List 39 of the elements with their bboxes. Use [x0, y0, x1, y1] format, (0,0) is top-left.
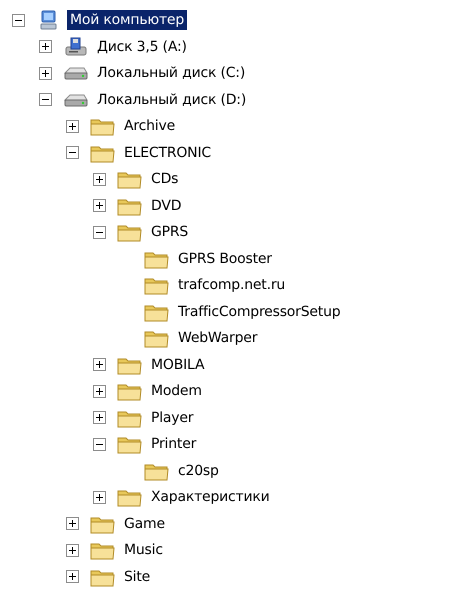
- tree-item[interactable]: Archive: [121, 116, 178, 136]
- expand-toggle[interactable]: [66, 570, 79, 584]
- collapse-toggle[interactable]: [39, 93, 52, 106]
- tree-item[interactable]: ELECTRONIC: [121, 142, 214, 163]
- tree-item[interactable]: Характеристики: [148, 487, 273, 508]
- tree-item[interactable]: Site: [121, 566, 154, 587]
- tree-item[interactable]: DVD: [148, 196, 184, 216]
- expand-toggle[interactable]: [39, 40, 52, 54]
- tree-item[interactable]: Printer: [148, 434, 200, 454]
- expand-toggle[interactable]: [66, 544, 79, 557]
- tree-item[interactable]: GPRS Booster: [175, 248, 275, 269]
- tree-item[interactable]: Modem: [148, 381, 205, 402]
- tree-item[interactable]: c20sp: [175, 460, 222, 481]
- expand-toggle[interactable]: [66, 517, 79, 530]
- tree-item[interactable]: Game: [121, 514, 168, 534]
- tree-item[interactable]: MOBILA: [148, 354, 208, 375]
- tree-item[interactable]: Music: [121, 540, 166, 560]
- expand-toggle[interactable]: [66, 120, 79, 133]
- expand-toggle[interactable]: [93, 172, 106, 186]
- expand-toggle[interactable]: [93, 358, 106, 372]
- expand-toggle[interactable]: [93, 411, 106, 424]
- tree-item[interactable]: CDs: [148, 169, 182, 190]
- expand-toggle[interactable]: [93, 490, 106, 504]
- tree-item[interactable]: TrafficCompressorSetup: [175, 302, 344, 322]
- expand-toggle[interactable]: [93, 384, 106, 398]
- tree-item[interactable]: Локальный диск (D:): [94, 90, 250, 110]
- expand-toggle[interactable]: [39, 66, 52, 80]
- tree-item[interactable]: WebWarper: [175, 328, 260, 348]
- collapse-toggle[interactable]: [66, 146, 79, 160]
- collapse-toggle[interactable]: [93, 226, 106, 239]
- collapse-toggle[interactable]: [93, 438, 106, 451]
- collapse-toggle[interactable]: [12, 14, 25, 27]
- tree-item[interactable]: Локальный диск (C:): [94, 63, 248, 84]
- tree-item[interactable]: Мой компьютер: [67, 10, 188, 30]
- tree-item[interactable]: Диск 3,5 (A:): [94, 36, 190, 57]
- tree-item[interactable]: trafcomp.net.ru: [175, 275, 288, 296]
- tree-item[interactable]: GPRS: [148, 222, 192, 242]
- expand-toggle[interactable]: [93, 199, 106, 212]
- tree-item[interactable]: Player: [148, 408, 196, 428]
